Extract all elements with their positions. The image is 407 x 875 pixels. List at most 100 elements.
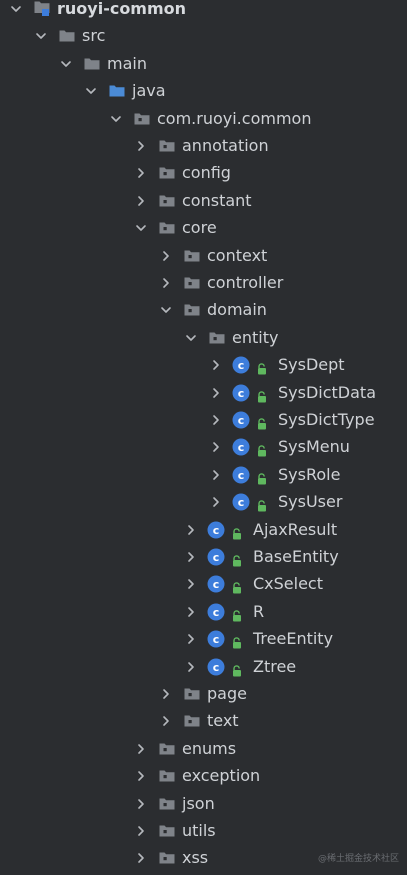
tree-item-label: TreeEntity <box>253 626 333 652</box>
tree-row-baseentity[interactable]: cBaseEntity <box>0 544 407 570</box>
svg-text:c: c <box>238 414 245 427</box>
chevron-right-icon[interactable] <box>158 270 174 296</box>
tree-item-label: exception <box>182 763 260 789</box>
tree-row-sysdictdata[interactable]: c SysDictData <box>0 380 407 406</box>
chevron-down-icon[interactable] <box>108 106 124 132</box>
tree-item-label: SysDictData <box>278 380 376 406</box>
tree-item-label: com.ruoyi.common <box>157 106 311 132</box>
tree-row-context[interactable]: context <box>0 243 407 269</box>
chevron-right-icon[interactable] <box>133 133 149 159</box>
svg-text:c: c <box>213 606 220 619</box>
chevron-down-icon[interactable] <box>158 297 174 323</box>
lock-icon <box>255 468 269 482</box>
tree-row-annotation[interactable]: annotation <box>0 133 407 159</box>
chevron-right-icon[interactable] <box>208 434 224 460</box>
chevron-right-icon[interactable] <box>133 188 149 214</box>
chevron-right-icon[interactable] <box>208 407 224 433</box>
chevron-down-icon[interactable] <box>83 78 99 104</box>
chevron-right-icon[interactable] <box>183 626 199 652</box>
chevron-right-icon[interactable] <box>133 160 149 186</box>
tree-row-ztree[interactable]: cZtree <box>0 654 407 680</box>
tree-row-domain[interactable]: domain <box>0 297 407 323</box>
tree-item-label: domain <box>207 297 267 323</box>
tree-item-label: java <box>132 78 166 104</box>
source-folder-icon <box>108 82 126 100</box>
tree-item-label: page <box>207 681 247 707</box>
tree-item-label: constant <box>182 188 252 214</box>
tree-item-label: core <box>182 215 217 241</box>
lock-icon <box>230 523 244 537</box>
chevron-right-icon[interactable] <box>158 708 174 734</box>
tree-row-controller[interactable]: controller <box>0 270 407 296</box>
chevron-down-icon[interactable] <box>183 325 199 351</box>
chevron-right-icon[interactable] <box>133 791 149 817</box>
tree-row-core[interactable]: core <box>0 215 407 241</box>
tree-row-json[interactable]: json <box>0 791 407 817</box>
tree-row-config[interactable]: config <box>0 160 407 186</box>
chevron-right-icon[interactable] <box>133 845 149 871</box>
tree-row-com-ruoyi-common[interactable]: com.ruoyi.common <box>0 106 407 132</box>
tree-row-treeentity[interactable]: c TreeEntity <box>0 626 407 652</box>
tree-row-entity[interactable]: entity <box>0 325 407 351</box>
chevron-down-icon[interactable] <box>8 0 24 22</box>
lock-icon <box>230 660 244 674</box>
chevron-right-icon[interactable] <box>183 517 199 543</box>
tree-item-label: enums <box>182 736 236 762</box>
tree-row-utils[interactable]: utils <box>0 818 407 844</box>
class-icon: c <box>232 384 250 402</box>
tree-item-label: annotation <box>182 133 269 159</box>
class-icon: c <box>232 438 250 456</box>
tree-item-label: context <box>207 243 267 269</box>
lock-icon <box>255 413 269 427</box>
chevron-right-icon[interactable] <box>208 380 224 406</box>
tree-row-sysrole[interactable]: cSysRole <box>0 462 407 488</box>
chevron-right-icon[interactable] <box>183 599 199 625</box>
chevron-right-icon[interactable] <box>183 654 199 680</box>
chevron-right-icon[interactable] <box>133 818 149 844</box>
tree-row-ajaxresult[interactable]: cAjaxResult <box>0 517 407 543</box>
chevron-down-icon[interactable] <box>33 23 49 49</box>
project-tree: ruoyi-commonsrcmainjavacom.ruoyi.commona… <box>0 0 407 874</box>
tree-row-page[interactable]: page <box>0 681 407 707</box>
tree-row-sysdept[interactable]: c SysDept <box>0 352 407 378</box>
tree-row-ruoyi-common[interactable]: ruoyi-common <box>0 0 407 22</box>
tree-row-sysuser[interactable]: cSysUser <box>0 489 407 515</box>
chevron-right-icon[interactable] <box>208 462 224 488</box>
chevron-right-icon[interactable] <box>133 763 149 789</box>
chevron-right-icon[interactable] <box>183 571 199 597</box>
chevron-right-icon[interactable] <box>183 544 199 570</box>
tree-row-sysdicttype[interactable]: c SysDictType <box>0 407 407 433</box>
chevron-right-icon[interactable] <box>158 681 174 707</box>
lock-icon <box>230 577 244 591</box>
tree-row-text[interactable]: text <box>0 708 407 734</box>
class-icon: c <box>232 356 250 374</box>
tree-item-label: text <box>207 708 239 734</box>
tree-item-label: main <box>107 51 147 77</box>
chevron-down-icon[interactable] <box>58 51 74 77</box>
tree-row-sysmenu[interactable]: cSysMenu <box>0 434 407 460</box>
tree-row-java[interactable]: java <box>0 78 407 104</box>
tree-row-exception[interactable]: exception <box>0 763 407 789</box>
tree-row-enums[interactable]: enums <box>0 736 407 762</box>
tree-row-r[interactable]: cR <box>0 599 407 625</box>
chevron-right-icon[interactable] <box>133 736 149 762</box>
tree-row-main[interactable]: main <box>0 51 407 77</box>
class-icon: c <box>207 548 225 566</box>
tree-item-label: SysDept <box>278 352 345 378</box>
chevron-down-icon[interactable] <box>133 215 149 241</box>
tree-row-constant[interactable]: constant <box>0 188 407 214</box>
lock-icon <box>230 550 244 564</box>
svg-text:c: c <box>213 551 220 564</box>
svg-text:c: c <box>213 661 220 674</box>
package-icon <box>158 795 176 813</box>
chevron-right-icon[interactable] <box>158 243 174 269</box>
class-icon: c <box>207 630 225 648</box>
svg-text:c: c <box>238 469 245 482</box>
chevron-right-icon[interactable] <box>208 489 224 515</box>
tree-item-label: SysDictType <box>278 407 375 433</box>
chevron-right-icon[interactable] <box>208 352 224 378</box>
tree-row-src[interactable]: src <box>0 23 407 49</box>
class-icon: c <box>207 521 225 539</box>
package-icon <box>158 849 176 867</box>
tree-row-cxselect[interactable]: cCxSelect <box>0 571 407 597</box>
